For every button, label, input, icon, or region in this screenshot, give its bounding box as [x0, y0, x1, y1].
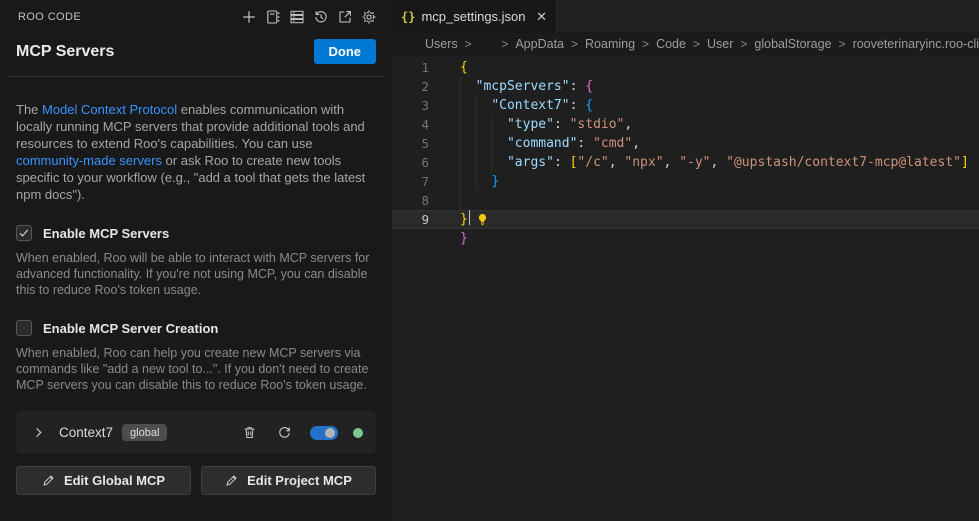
edit-global-mcp-label: Edit Global MCP [64, 473, 165, 488]
code-line[interactable]: 2 "mcpServers": { [392, 77, 979, 96]
scope-badge: global [122, 424, 167, 441]
breadcrumb-item[interactable]: AppData [515, 37, 564, 51]
tab-title: mcp_settings.json [421, 9, 525, 24]
breadcrumb-separator: > [642, 37, 649, 51]
edit-global-mcp-button[interactable]: Edit Global MCP [16, 466, 191, 495]
description-text: The [16, 102, 42, 117]
enable-mcp-servers-description: When enabled, Roo will be able to intera… [16, 250, 376, 298]
done-button[interactable]: Done [314, 39, 377, 64]
community-servers-link[interactable]: community-made servers [16, 153, 162, 168]
code-line[interactable]: 1{ [392, 58, 979, 77]
edit-project-mcp-button[interactable]: Edit Project MCP [201, 466, 376, 495]
code-line[interactable]: 3 "Context7": { [392, 96, 979, 115]
delete-server-icon[interactable] [240, 424, 258, 442]
settings-gear-icon[interactable] [360, 8, 377, 25]
breadcrumb-separator: > [839, 37, 846, 51]
pencil-icon [42, 474, 55, 487]
breadcrumb-separator: > [693, 37, 700, 51]
enable-mcp-creation-description: When enabled, Roo can help you create ne… [16, 345, 376, 393]
roo-code-mcp-window: ROO CODE [0, 0, 979, 521]
mcp-server-icon[interactable] [288, 8, 305, 25]
enable-mcp-creation-section: Enable MCP Server Creation When enabled,… [16, 320, 376, 393]
line-number: 4 [392, 115, 456, 134]
enable-mcp-creation-checkbox[interactable] [16, 320, 32, 336]
enable-mcp-servers-checkbox[interactable] [16, 225, 32, 241]
panel-header: ROO CODE [0, 0, 392, 29]
breadcrumb-item[interactable]: Roaming [585, 37, 635, 51]
server-enabled-toggle[interactable] [310, 426, 338, 440]
json-file-icon: {} [401, 10, 415, 24]
code-line[interactable]: 8 } [392, 191, 979, 210]
line-number: 8 [392, 191, 456, 210]
roo-code-brand: ROO CODE [18, 11, 81, 23]
line-number: 7 [392, 172, 456, 191]
page-title: MCP Servers [16, 43, 114, 61]
close-tab-icon[interactable]: ✕ [536, 10, 547, 23]
plus-icon[interactable] [240, 8, 257, 25]
breadcrumb-separator: > [501, 37, 508, 51]
footer-buttons: Edit Global MCP Edit Project MCP [16, 466, 376, 495]
mcp-settings-panel: ROO CODE [0, 0, 392, 521]
mcp-description: The Model Context Protocol enables commu… [16, 101, 376, 203]
panel-content: The Model Context Protocol enables commu… [0, 77, 392, 521]
line-number: 5 [392, 134, 456, 153]
text-cursor [469, 210, 471, 225]
breadcrumb-item[interactable]: rooveterinaryinc.roo-cli [853, 37, 979, 51]
model-context-protocol-link[interactable]: Model Context Protocol [42, 102, 177, 117]
empty-tab-strip [557, 0, 979, 33]
toggle-knob [325, 428, 335, 438]
code-line-content: "args": ["/c", "npx", "-y", "@upstash/co… [456, 153, 969, 172]
open-external-icon[interactable] [336, 8, 353, 25]
pencil-icon [225, 474, 238, 487]
code-line[interactable]: 7 } [392, 172, 979, 191]
code-line-content: "command": "cmd", [456, 134, 640, 153]
code-line[interactable]: 9} [392, 210, 979, 229]
notebook-icon[interactable] [264, 8, 281, 25]
code-line-content: } [456, 210, 470, 229]
panel-subheader: MCP Servers Done [0, 29, 392, 74]
code-line-content: { [456, 58, 468, 77]
editor-group: {} mcp_settings.json ✕ Users > > AppData > Ro… [392, 0, 979, 521]
breadcrumb-item[interactable]: User [707, 37, 733, 51]
breadcrumb-separator: > [740, 37, 747, 51]
breadcrumb: Users > > AppData > Roaming > Code > User > globalS… [392, 33, 979, 55]
breadcrumb-separator: > [571, 37, 578, 51]
enable-mcp-creation-label: Enable MCP Server Creation [43, 321, 218, 336]
code-line[interactable]: 4 "type": "stdio", [392, 115, 979, 134]
restart-server-icon[interactable] [275, 424, 293, 442]
code-lines: 1{2 "mcpServers": {3 "Context7": {4 "typ… [392, 58, 979, 229]
breadcrumb-separator: > [465, 37, 472, 51]
code-editor[interactable]: 1{2 "mcpServers": {3 "Context7": {4 "typ… [392, 55, 979, 521]
tab-mcp-settings-json[interactable]: {} mcp_settings.json ✕ [392, 0, 557, 33]
edit-project-mcp-label: Edit Project MCP [247, 473, 352, 488]
breadcrumb-item[interactable]: Users [425, 37, 458, 51]
line-number: 6 [392, 153, 456, 172]
code-line[interactable]: 5 "command": "cmd", [392, 134, 979, 153]
expand-chevron-icon[interactable] [29, 424, 47, 442]
code-line-content: } [456, 172, 499, 191]
code-line-content: } [456, 191, 492, 210]
server-name: Context7 [59, 425, 113, 440]
server-row-context7: Context7 global [16, 411, 376, 454]
enable-mcp-servers-section: Enable MCP Servers When enabled, Roo wil… [16, 225, 376, 298]
line-number: 1 [392, 58, 456, 77]
code-line-content: "Context7": { [456, 96, 593, 115]
enable-mcp-creation-row: Enable MCP Server Creation [16, 320, 376, 336]
history-icon[interactable] [312, 8, 329, 25]
server-status-dot [353, 428, 363, 438]
line-number: 3 [392, 96, 456, 115]
check-icon [18, 227, 30, 239]
tab-bar: {} mcp_settings.json ✕ [392, 0, 979, 33]
enable-mcp-servers-label: Enable MCP Servers [43, 226, 169, 241]
code-line[interactable]: 6 "args": ["/c", "npx", "-y", "@upstash/… [392, 153, 979, 172]
header-toolbar [240, 8, 377, 25]
line-number: 2 [392, 77, 456, 96]
enable-mcp-servers-row: Enable MCP Servers [16, 225, 376, 241]
code-line-content: "type": "stdio", [456, 115, 632, 134]
code-line-content: "mcpServers": { [456, 77, 593, 96]
breadcrumb-item[interactable]: Code [656, 37, 686, 51]
breadcrumb-item[interactable]: globalStorage [754, 37, 831, 51]
line-number: 9 [392, 210, 456, 229]
